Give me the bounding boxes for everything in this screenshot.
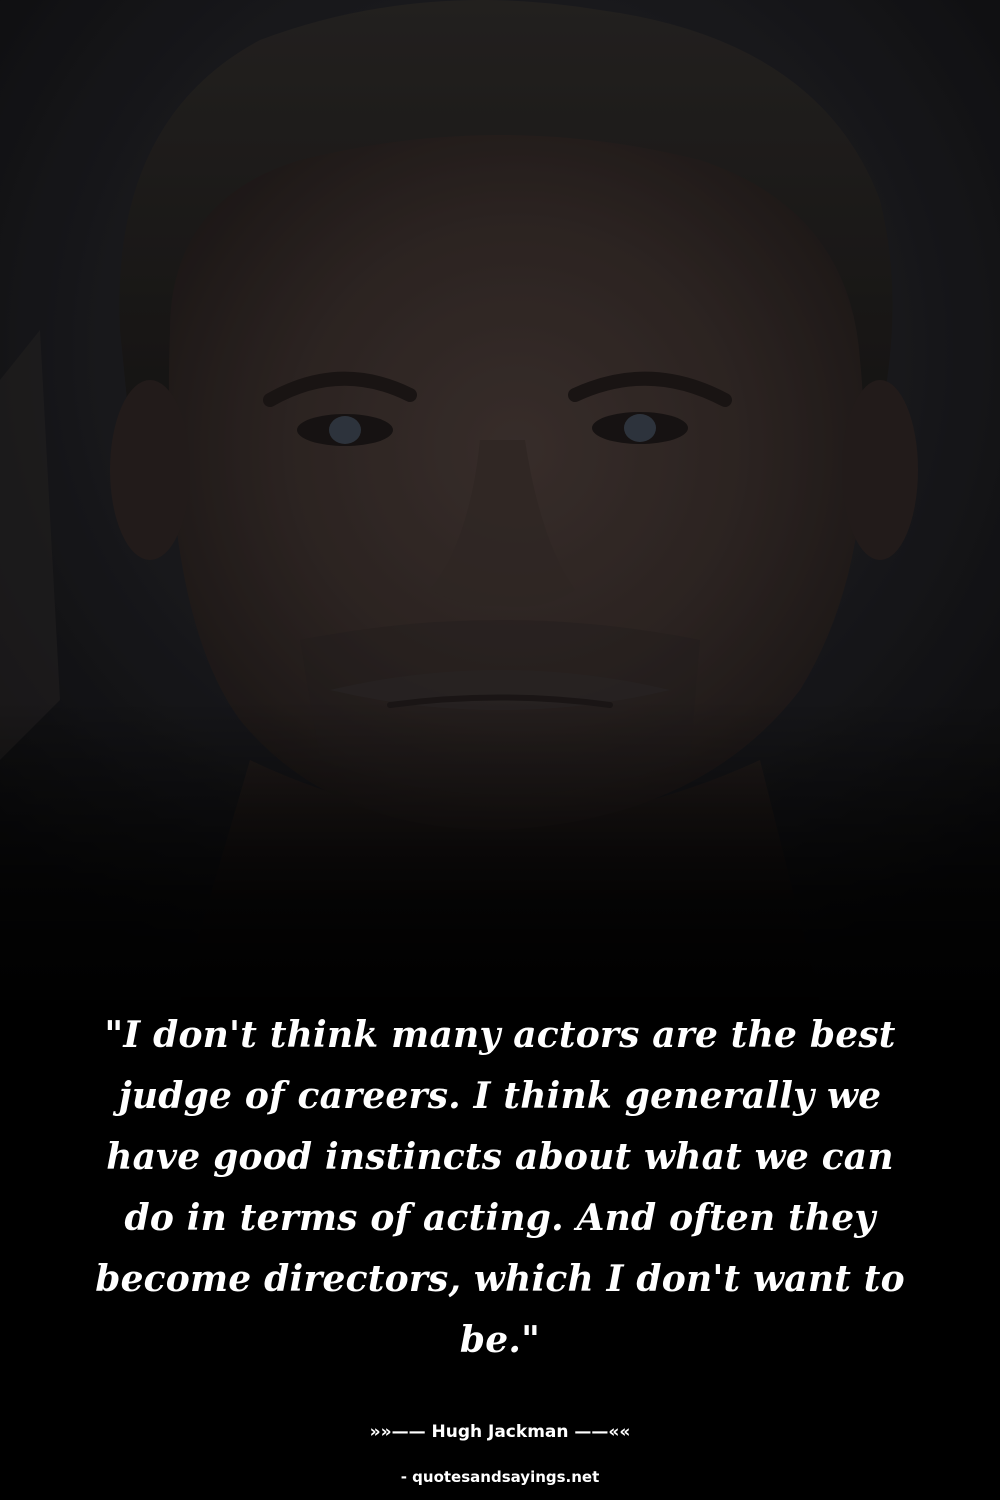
bottom-fade-overlay (0, 700, 1000, 1030)
author-attribution: »»—— Hugh Jackman ——«« (369, 1422, 631, 1442)
source-watermark: - quotesandsayings.net (400, 1468, 600, 1486)
quote-text: "I don't think many actors are the best … (95, 1014, 905, 1361)
quote-poster: "I don't think many actors are the best … (0, 0, 1000, 1500)
